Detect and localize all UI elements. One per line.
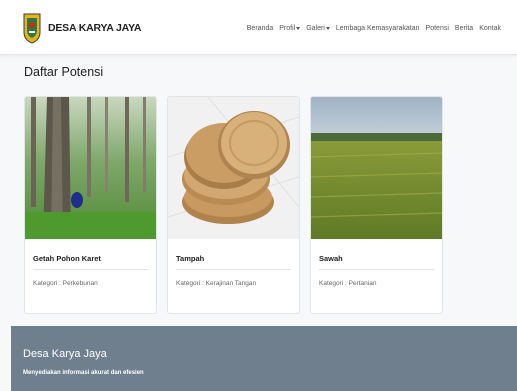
chevron-down-icon: [325, 26, 330, 30]
card-title[interactable]: Sawah: [319, 254, 343, 263]
nav-beranda[interactable]: Beranda: [247, 25, 273, 32]
nav-kontak[interactable]: Kontak: [479, 25, 501, 32]
rubber-tree-image: [25, 97, 156, 239]
footer-tagline: Menyediakan informasi akurat dan efesien: [23, 370, 144, 376]
chevron-down-icon: [296, 26, 301, 30]
nav-berita[interactable]: Berita: [455, 25, 473, 32]
card-divider: [319, 269, 434, 270]
nav-galeri[interactable]: Galeri: [306, 25, 330, 32]
footer: Desa Karya Jaya Menyediakan informasi ak…: [11, 326, 517, 391]
page: DESA KARYA JAYA Beranda Profil Galeri Le…: [0, 0, 517, 391]
nav-lembaga[interactable]: Lembaga Kemasyarakatan: [336, 25, 420, 32]
card-category: Kategori : Perkebunan: [33, 280, 98, 287]
card-title[interactable]: Getah Pohon Karet: [33, 254, 101, 263]
nav-potensi[interactable]: Potensi: [426, 25, 449, 32]
nav-profil[interactable]: Profil: [279, 25, 301, 32]
card-divider: [176, 269, 291, 270]
card-title[interactable]: Tampah: [176, 254, 204, 263]
potensi-card[interactable]: Sawah Kategori : Pertanian: [310, 96, 443, 314]
rice-field-image: [311, 97, 442, 239]
potensi-card[interactable]: Tampah Kategori : Kerajinan Tangan: [167, 96, 300, 314]
brand-name[interactable]: DESA KARYA JAYA: [48, 22, 141, 34]
navbar: DESA KARYA JAYA Beranda Profil Galeri Le…: [0, 0, 517, 55]
card-divider: [33, 269, 148, 270]
potensi-card[interactable]: Getah Pohon Karet Kategori : Perkebunan: [24, 96, 157, 314]
card-category: Kategori : Kerajinan Tangan: [176, 280, 257, 287]
main-nav: Beranda Profil Galeri Lembaga Kemasyarak…: [247, 25, 501, 32]
footer-title: Desa Karya Jaya: [23, 348, 107, 360]
village-logo[interactable]: [22, 12, 42, 44]
woven-tray-image: [168, 97, 299, 239]
card-category: Kategori : Pertanian: [319, 280, 377, 287]
page-title: Daftar Potensi: [24, 65, 104, 79]
